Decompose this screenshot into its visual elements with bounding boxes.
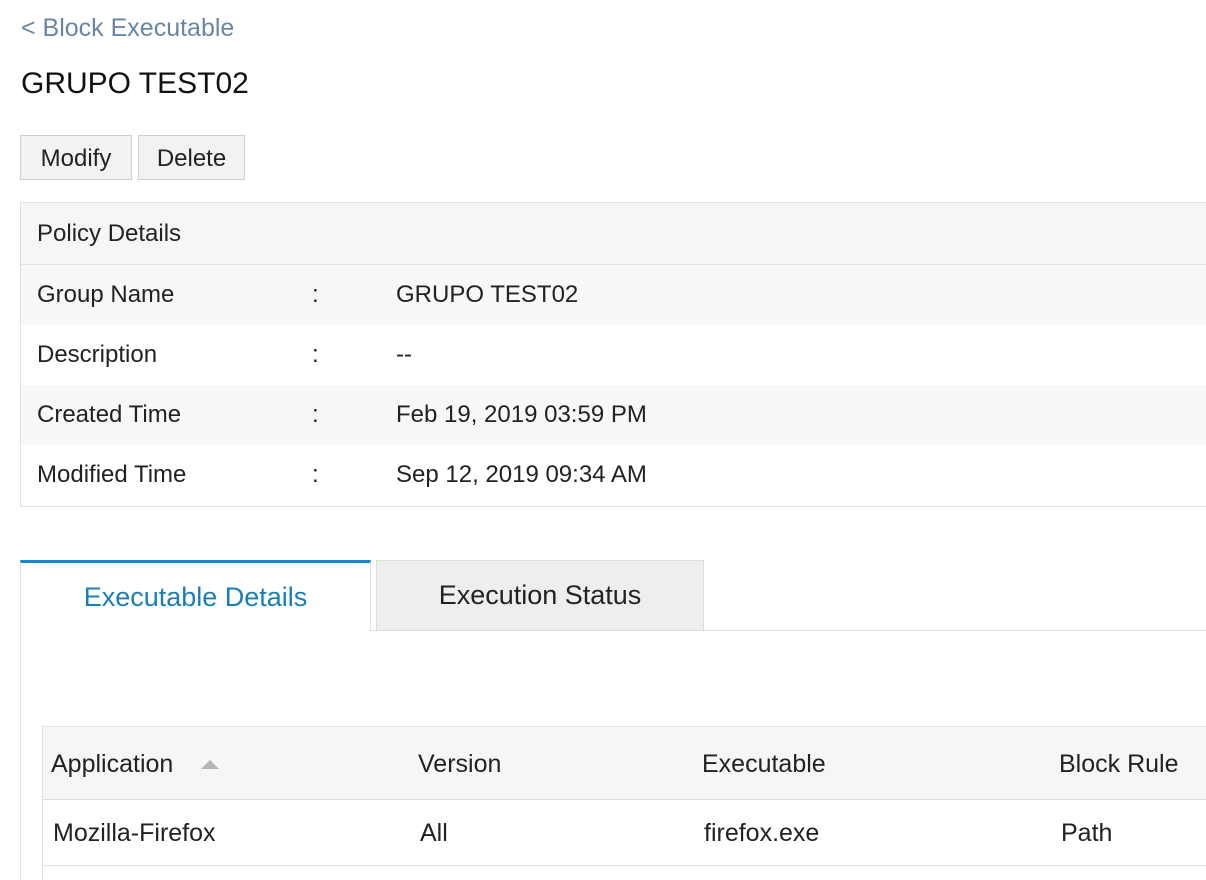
cell-version: All bbox=[420, 819, 448, 847]
cell-application: Mozilla-Firefox bbox=[53, 819, 216, 847]
detail-row-modified-time: Modified Time : Sep 12, 2019 09:34 AM bbox=[21, 445, 1206, 505]
table-header-row: Application Version Executable Block Rul… bbox=[43, 726, 1206, 800]
executables-table: Application Version Executable Block Rul… bbox=[42, 726, 1206, 880]
sort-ascending-icon[interactable] bbox=[201, 760, 219, 769]
detail-separator: : bbox=[312, 401, 319, 428]
detail-label: Modified Time bbox=[37, 461, 187, 488]
cell-executable: firefox.exe bbox=[704, 819, 820, 847]
detail-value: Feb 19, 2019 03:59 PM bbox=[396, 401, 647, 428]
detail-row-description: Description : -- bbox=[21, 325, 1206, 385]
table-row: Mozilla-Firefox All firefox.exe Path bbox=[43, 800, 1206, 866]
detail-separator: : bbox=[312, 341, 319, 368]
detail-value: GRUPO TEST02 bbox=[396, 281, 579, 308]
detail-separator: : bbox=[312, 281, 319, 308]
back-link[interactable]: < Block Executable bbox=[21, 13, 234, 43]
cell-block-rule: Path bbox=[1061, 819, 1113, 847]
policy-details-header: Policy Details bbox=[21, 203, 1206, 265]
tab-panel-border bbox=[20, 630, 21, 880]
detail-value: -- bbox=[396, 341, 412, 368]
detail-row-group-name: Group Name : GRUPO TEST02 bbox=[21, 265, 1206, 325]
column-header-application[interactable]: Application bbox=[51, 727, 173, 801]
modify-button[interactable]: Modify bbox=[20, 135, 132, 180]
policy-details-panel: Policy Details Group Name : GRUPO TEST02… bbox=[20, 202, 1206, 507]
tab-execution-status[interactable]: Execution Status bbox=[376, 560, 704, 630]
detail-value: Sep 12, 2019 09:34 AM bbox=[396, 461, 647, 488]
column-header-executable[interactable]: Executable bbox=[702, 727, 826, 801]
page-title: GRUPO TEST02 bbox=[21, 67, 249, 100]
detail-separator: : bbox=[312, 461, 319, 488]
column-header-block-rule[interactable]: Block Rule bbox=[1059, 727, 1179, 801]
delete-button[interactable]: Delete bbox=[138, 135, 245, 180]
detail-label: Created Time bbox=[37, 401, 182, 428]
page: < Block Executable GRUPO TEST02 Modify D… bbox=[0, 0, 1206, 880]
tab-executable-details[interactable]: Executable Details bbox=[20, 560, 371, 631]
detail-label: Group Name bbox=[37, 281, 175, 308]
column-header-version[interactable]: Version bbox=[418, 727, 501, 801]
detail-row-created-time: Created Time : Feb 19, 2019 03:59 PM bbox=[21, 385, 1206, 445]
detail-label: Description bbox=[37, 341, 158, 368]
